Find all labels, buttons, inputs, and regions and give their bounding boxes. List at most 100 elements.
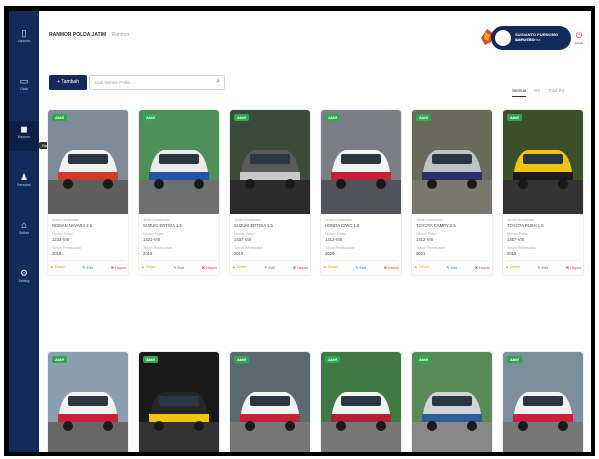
detail-button[interactable]: ▲ Detail bbox=[50, 265, 65, 270]
vehicle-photo bbox=[412, 110, 492, 214]
sidebar-item-label: Personel bbox=[17, 183, 31, 187]
vehicle-card[interactable]: Aktif Jenis Kendaraan NISSAN NAVARA 2.5 Nom… bbox=[47, 109, 129, 276]
delete-button[interactable]: ✖ Hapus bbox=[111, 265, 126, 270]
sidebar-item-laporan[interactable]: ▯ Laporan bbox=[9, 25, 39, 55]
vehicle-photo-frame[interactable]: Aktif bbox=[412, 110, 492, 214]
delete-button[interactable]: ✖ Hapus bbox=[566, 265, 581, 270]
edit-button[interactable]: ✎ Edit bbox=[446, 265, 457, 270]
search-icon[interactable]: ⌕ bbox=[216, 78, 220, 86]
delete-label: Hapus bbox=[206, 266, 217, 270]
vehicle-card[interactable]: Aktif Jenis Kendaraan SUZUKI ERTIGA 1.5 Nom… bbox=[229, 109, 311, 276]
car-icon: ◼ bbox=[20, 124, 28, 134]
breadcrumb-sub[interactable]: Ranmor bbox=[112, 32, 130, 38]
detail-button[interactable]: ▲ Detail bbox=[232, 265, 247, 270]
sidebar-item-setting[interactable]: ⚙ Setting bbox=[9, 265, 39, 295]
sidebar-item-ranmor[interactable]: ◼ Ranmor bbox=[9, 121, 39, 151]
vehicle-card[interactable]: Aktif bbox=[229, 351, 311, 452]
logout-button[interactable]: ⏻ Keluar bbox=[574, 31, 584, 45]
vehicle-card[interactable]: Aktif Jenis Kendaraan SUZUKI ERTIGA 1.5 Nom… bbox=[138, 109, 220, 276]
sidebar-item-satker[interactable]: ⌂ Satker bbox=[9, 217, 39, 247]
edit-button[interactable]: ✎ Edit bbox=[82, 265, 93, 270]
status-badge: Aktif bbox=[234, 356, 249, 363]
logout-label: Keluar bbox=[574, 41, 584, 45]
vehicle-photo-frame[interactable]: Aktif bbox=[321, 110, 401, 214]
vehicle-card[interactable]: Aktif bbox=[411, 351, 493, 452]
user-menu[interactable]: SUGIANTO PURNOMO SAPUTRO Admin Satlantas bbox=[491, 26, 571, 50]
folder-icon: ▭ bbox=[19, 76, 29, 86]
card-actions: ▲ Detail ✎ Edit ✖ Hapus bbox=[230, 265, 310, 275]
jenis-value: SUZUKI ERTIGA 1.5 bbox=[234, 223, 273, 228]
status-badge: Aktif bbox=[507, 114, 522, 121]
vehicle-photo-frame[interactable]: Aktif bbox=[503, 352, 583, 452]
divider bbox=[52, 260, 124, 261]
tahun-value: 2019 bbox=[143, 251, 153, 256]
vehicle-photo-frame[interactable]: Aktif bbox=[230, 352, 310, 452]
detail-button[interactable]: ▲ Detail bbox=[414, 265, 429, 270]
divider bbox=[234, 260, 306, 261]
vehicle-photo-frame[interactable]: Aktif bbox=[321, 352, 401, 452]
vehicle-info: Jenis Kendaraan SUZUKI ERTIGA 1.5 Nomor Po… bbox=[139, 214, 219, 261]
app-window: ▯ Laporan ▭ Data ◼ Ranmor ♟ Personel ⌂ Satker ⚙ Set… bbox=[9, 11, 591, 452]
status-badge: Aktif bbox=[416, 356, 431, 363]
vehicle-photo-frame[interactable]: Aktif bbox=[412, 352, 492, 452]
vehicle-card[interactable]: Aktif Jenis Kendaraan TOYOTA RUSH 1.5 Nomor… bbox=[502, 109, 584, 276]
delete-button[interactable]: ✖ Hapus bbox=[293, 265, 308, 270]
sidebar-item-personel[interactable]: ♟ Personel bbox=[9, 169, 39, 199]
sidebar-item-label: Setting bbox=[18, 279, 30, 283]
vehicle-photo-frame[interactable]: Aktif bbox=[139, 110, 219, 214]
detail-label: Detail bbox=[509, 265, 520, 269]
settings-icon: ⚙ bbox=[19, 268, 29, 278]
status-badge: Aktif bbox=[234, 114, 249, 121]
sidebar-item-data[interactable]: ▭ Data bbox=[9, 73, 39, 103]
detail-label: Detail bbox=[327, 265, 338, 269]
breadcrumb-main: RANMOR POLDA JATIM bbox=[49, 32, 107, 38]
tab-semua[interactable]: Semua bbox=[512, 88, 527, 97]
card-actions: ▲ Detail ✎ Edit ✖ Hapus bbox=[412, 265, 492, 275]
vehicle-card[interactable]: Aktif Jenis Kendaraan HONDA CIVIC 1.8 Nomor… bbox=[320, 109, 402, 276]
card-actions: ▲ Detail ✎ Edit ✖ Hapus bbox=[48, 265, 128, 275]
tahun-value: 2019 bbox=[234, 251, 244, 256]
vehicle-card[interactable]: Aktif Jenis Kendaraan TOYOTA CAMRY 2.5 Nomo… bbox=[411, 109, 493, 276]
detail-label: Detail bbox=[145, 265, 156, 269]
logout-icon: ⏻ bbox=[575, 31, 583, 40]
add-button[interactable]: + Tambah bbox=[49, 75, 87, 90]
delete-button[interactable]: ✖ Hapus bbox=[475, 265, 490, 270]
detail-button[interactable]: ▲ Detail bbox=[505, 265, 520, 270]
detail-button[interactable]: ▲ Detail bbox=[141, 265, 156, 270]
edit-button[interactable]: ✎ Edit bbox=[173, 265, 184, 270]
tab-r2[interactable]: R2 bbox=[534, 88, 540, 96]
vehicle-photo-frame[interactable]: Aktif bbox=[48, 110, 128, 214]
nopol-value: 1312-VIII bbox=[325, 237, 342, 242]
delete-button[interactable]: ✖ Hapus bbox=[202, 265, 217, 270]
vehicle-photo-frame[interactable]: Aktif bbox=[503, 110, 583, 214]
vehicle-info: Jenis Kendaraan TOYOTA RUSH 1.5 Nomor Poli… bbox=[503, 214, 583, 261]
vehicle-photo-frame[interactable]: Aktif bbox=[230, 110, 310, 214]
vehicle-photo-frame[interactable]: Aktif bbox=[139, 352, 219, 452]
person-icon: ♟ bbox=[19, 172, 29, 182]
edit-button[interactable]: ✎ Edit bbox=[537, 265, 548, 270]
tab-total-r4[interactable]: Total R4 bbox=[548, 88, 565, 96]
vehicle-photo bbox=[48, 110, 128, 214]
vehicle-photo bbox=[503, 110, 583, 214]
edit-button[interactable]: ✎ Edit bbox=[355, 265, 366, 270]
detail-label: Detail bbox=[236, 265, 247, 269]
card-actions: ▲ Detail ✎ Edit ✖ Hapus bbox=[139, 265, 219, 275]
edit-label: Edit bbox=[359, 266, 367, 270]
delete-button[interactable]: ✖ Hapus bbox=[384, 265, 399, 270]
vehicle-photo bbox=[139, 110, 219, 214]
vehicle-card[interactable]: Aktif bbox=[502, 351, 584, 452]
vehicle-card[interactable]: Aktif bbox=[47, 351, 129, 452]
detail-label: Detail bbox=[418, 265, 429, 269]
status-badge: Aktif bbox=[325, 356, 340, 363]
edit-label: Edit bbox=[177, 266, 185, 270]
vehicle-card[interactable]: Aktif bbox=[138, 351, 220, 452]
tahun-value: 2019 bbox=[507, 251, 517, 256]
edit-button[interactable]: ✎ Edit bbox=[264, 265, 275, 270]
detail-label: Detail bbox=[54, 265, 65, 269]
vehicle-photo bbox=[48, 352, 128, 452]
detail-button[interactable]: ▲ Detail bbox=[323, 265, 338, 270]
vehicle-photo-frame[interactable]: Aktif bbox=[48, 352, 128, 452]
vehicle-card[interactable]: Aktif bbox=[320, 351, 402, 452]
nopol-value: 1412-VIII bbox=[416, 237, 433, 242]
search-input[interactable]: Cari Nomor Polisi... ⌕ bbox=[89, 75, 225, 90]
